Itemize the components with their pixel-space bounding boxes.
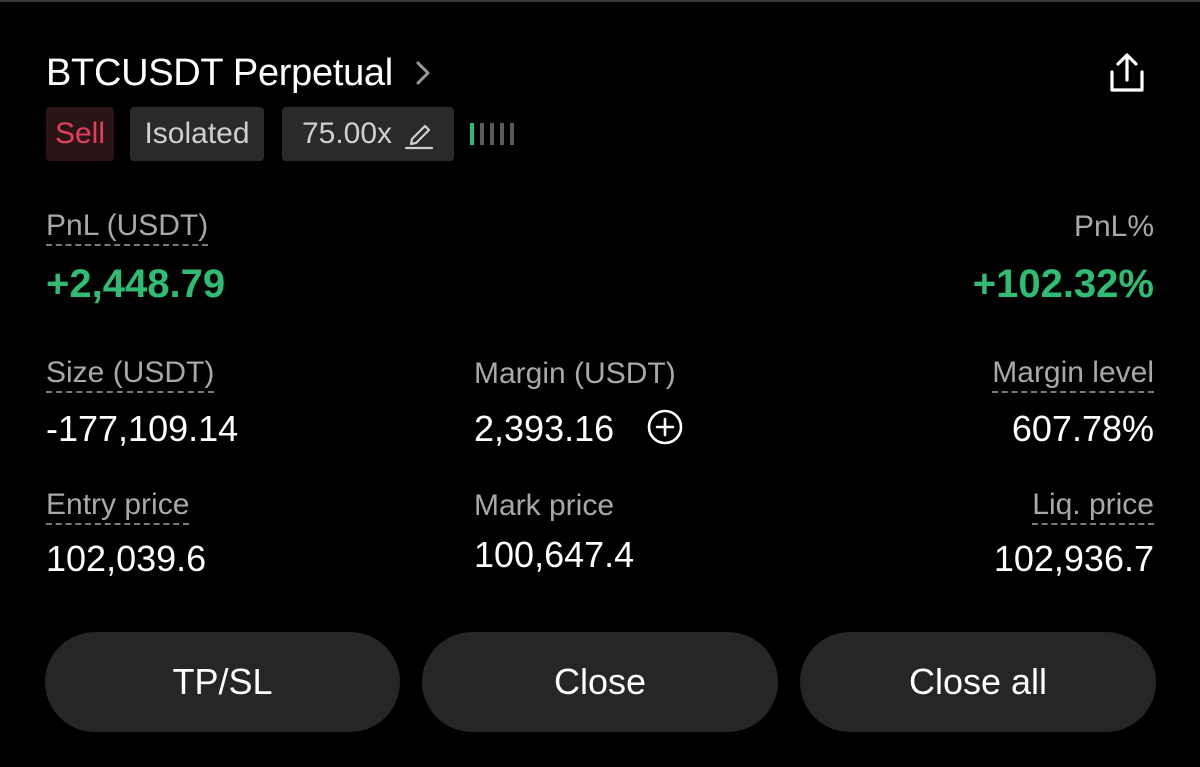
margin-label: Margin (USDT) (474, 357, 676, 390)
leverage-value: 75.00x (301, 117, 393, 150)
entry-price-value: 102,039.6 (46, 538, 207, 579)
chevron-right-icon (415, 59, 431, 87)
pencil-icon (404, 117, 434, 151)
risk-bar (470, 123, 474, 145)
risk-bar (490, 123, 494, 145)
close-button[interactable]: Close (422, 632, 778, 732)
close-all-button[interactable]: Close all (800, 632, 1156, 732)
size-label[interactable]: Size (USDT) (46, 357, 215, 393)
entry-price-label[interactable]: Entry price (46, 489, 190, 525)
top-divider (0, 0, 1200, 2)
mark-price-label: Mark price (474, 489, 615, 522)
pnl-label[interactable]: PnL (USDT) (46, 210, 209, 246)
pnl-percent-label: PnL% (1073, 210, 1154, 243)
tpsl-button[interactable]: TP/SL (45, 632, 400, 732)
leverage-button[interactable]: 75.00x (282, 107, 454, 161)
add-margin-icon[interactable] (646, 408, 684, 446)
liq-price-value: 102,936.7 (993, 538, 1154, 579)
pnl-value: +2,448.79 (46, 262, 226, 306)
risk-level-indicator (470, 122, 520, 146)
side-badge: Sell (46, 107, 114, 161)
share-icon[interactable] (1104, 50, 1150, 96)
liq-price-label[interactable]: Liq. price (1032, 489, 1154, 525)
size-value: -177,109.14 (46, 408, 239, 449)
pnl-percent-value: +102.32% (972, 262, 1154, 306)
margin-level-value: 607.78% (1011, 408, 1154, 449)
risk-bar (480, 123, 484, 145)
risk-bar (500, 123, 504, 145)
symbol-title-link[interactable]: BTCUSDT Perpetual (46, 50, 431, 96)
risk-bar (510, 123, 514, 145)
margin-value: 2,393.16 (474, 408, 615, 449)
mark-price-value: 100,647.4 (474, 534, 635, 575)
margin-mode-badge: Isolated (130, 107, 264, 161)
position-tags: Sell Isolated 75.00x (46, 107, 520, 161)
margin-level-label[interactable]: Margin level (992, 357, 1154, 393)
symbol-title: BTCUSDT Perpetual (46, 51, 393, 94)
